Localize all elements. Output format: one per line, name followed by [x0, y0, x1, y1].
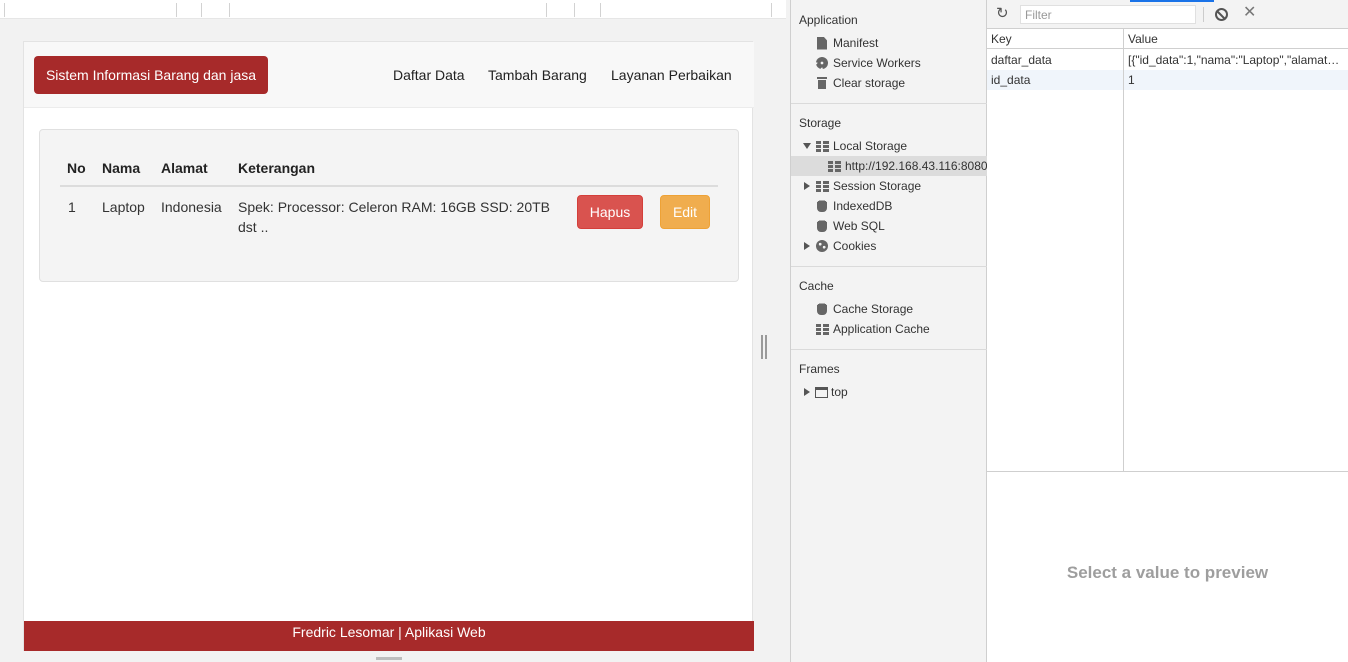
column-header-nama: Nama [102, 160, 141, 176]
section-title-application: Application [799, 13, 858, 27]
column-header-keterangan: Keterangan [238, 160, 316, 176]
active-tab-indicator [1130, 0, 1214, 2]
ruler-tick [771, 3, 772, 17]
ruler-tick [600, 3, 601, 17]
expand-arrow-icon[interactable] [804, 182, 810, 190]
sidebar-item-label: Local Storage [833, 139, 908, 153]
clear-all-icon[interactable] [1215, 8, 1228, 21]
sidebar-item-label: Cache Storage [833, 302, 914, 316]
gear-icon [815, 56, 829, 70]
refresh-icon[interactable]: ↻ [996, 6, 1010, 21]
table-header: Key Value [987, 29, 1348, 49]
grid-icon [815, 139, 829, 153]
cell-nama: Laptop [102, 199, 145, 215]
device-ruler [0, 0, 786, 19]
navbar: Sistem Informasi Barang dan jasa Daftar … [24, 42, 754, 108]
expand-arrow-icon[interactable] [804, 242, 810, 250]
hapus-button[interactable]: Hapus [577, 195, 643, 229]
ruler-tick [574, 3, 575, 17]
panel-resize-handle[interactable] [761, 335, 767, 359]
sidebar-item-cookies[interactable]: Cookies [791, 236, 987, 256]
local-storage-panel: ↻ ✕ Key Value daftar_data [{"id_data":1,… [987, 0, 1348, 662]
section-title-storage: Storage [799, 116, 842, 130]
expand-arrow-icon[interactable] [803, 143, 811, 149]
ruler-tick [229, 3, 230, 17]
header-divider [60, 185, 718, 187]
grid-icon [827, 159, 841, 173]
preview-divider[interactable] [987, 471, 1348, 472]
ruler-tick [546, 3, 547, 17]
delete-icon[interactable]: ✕ [1243, 4, 1256, 22]
section-title-frames: Frames [799, 362, 840, 376]
column-divider[interactable] [1123, 29, 1124, 472]
section-divider [791, 349, 987, 350]
section-title-cache: Cache [799, 279, 834, 293]
column-header-key[interactable]: Key [991, 32, 1012, 46]
sidebar-item-label: IndexedDB [833, 199, 893, 213]
ruler-tick [4, 3, 5, 17]
devtools-application-sidebar: Application Manifest Service Workers Cle… [790, 0, 988, 662]
entry-key: id_data [991, 73, 1031, 87]
column-header-no: No [67, 160, 86, 176]
sidebar-item-label: Web SQL [833, 219, 885, 233]
edit-button[interactable]: Edit [660, 195, 710, 229]
nav-link-tambah-barang[interactable]: Tambah Barang [488, 67, 587, 83]
viewport-resize-handle[interactable] [376, 657, 402, 660]
filter-input[interactable] [1020, 5, 1196, 24]
sidebar-item-frame-top[interactable]: top [791, 382, 987, 402]
sidebar-item-indexeddb[interactable]: IndexedDB [791, 196, 987, 216]
database-icon [815, 199, 829, 213]
entry-value: [{"id_data":1,"nama":"Laptop","alamat":"… [1128, 53, 1340, 67]
nav-link-layanan-perbaikan[interactable]: Layanan Perbaikan [611, 67, 732, 83]
entry-value: 1 [1128, 73, 1135, 87]
storage-toolbar: ↻ ✕ [987, 0, 1348, 29]
sidebar-item-service-workers[interactable]: Service Workers [791, 53, 987, 73]
column-header-value[interactable]: Value [1128, 32, 1158, 46]
ruler-tick [201, 3, 202, 17]
web-page: Sistem Informasi Barang dan jasa Daftar … [23, 41, 754, 651]
entry-key: daftar_data [991, 53, 1052, 67]
nav-link-daftar-data[interactable]: Daftar Data [393, 67, 465, 83]
sidebar-item-label: Cookies [833, 239, 877, 253]
cell-keterangan: Spek: Processor: Celeron RAM: 16GB SSD: … [238, 199, 551, 235]
sidebar-item-local-storage[interactable]: Local Storage [791, 136, 987, 156]
toolbar-divider [1203, 7, 1204, 22]
sidebar-item-manifest[interactable]: Manifest [791, 33, 987, 53]
brand-button[interactable]: Sistem Informasi Barang dan jasa [34, 56, 268, 94]
sidebar-item-clear-storage[interactable]: Clear storage [791, 73, 987, 93]
data-table-panel: No Nama Alamat Keterangan 1 Laptop Indon… [39, 129, 739, 282]
sidebar-item-local-storage-origin[interactable]: http://192.168.43.116:8080 [791, 156, 988, 176]
footer: Fredric Lesomar | Aplikasi Web [24, 621, 754, 651]
sidebar-item-label: http://192.168.43.116:8080 [845, 159, 988, 173]
sidebar-item-application-cache[interactable]: Application Cache [791, 319, 987, 339]
page-viewport: Sistem Informasi Barang dan jasa Daftar … [0, 0, 790, 662]
sidebar-item-label: Clear storage [833, 76, 906, 90]
ruler-tick [176, 3, 177, 17]
sidebar-item-label: Manifest [833, 36, 879, 50]
sidebar-item-web-sql[interactable]: Web SQL [791, 216, 987, 236]
sidebar-item-label: Service Workers [833, 56, 921, 70]
sidebar-item-label: Session Storage [833, 179, 922, 193]
sidebar-item-label: top [831, 385, 848, 399]
cell-alamat: Indonesia [161, 199, 222, 215]
table-row[interactable]: id_data 1 [987, 70, 1348, 90]
column-header-alamat: Alamat [161, 160, 208, 176]
preview-placeholder: Select a value to preview [1066, 563, 1269, 582]
expand-arrow-icon[interactable] [804, 388, 810, 396]
section-divider [791, 103, 987, 104]
table-row[interactable]: daftar_data [{"id_data":1,"nama":"Laptop… [987, 50, 1348, 70]
file-icon [815, 36, 829, 50]
database-icon [815, 219, 829, 233]
cell-no: 1 [68, 199, 76, 215]
database-icon [815, 302, 829, 316]
grid-icon [815, 322, 829, 336]
grid-icon [815, 179, 829, 193]
trash-icon [815, 76, 829, 90]
section-divider [791, 266, 987, 267]
frame-icon [814, 385, 828, 399]
sidebar-item-label: Application Cache [833, 322, 930, 336]
sidebar-item-cache-storage[interactable]: Cache Storage [791, 299, 987, 319]
cookie-icon [815, 239, 829, 253]
sidebar-item-session-storage[interactable]: Session Storage [791, 176, 987, 196]
